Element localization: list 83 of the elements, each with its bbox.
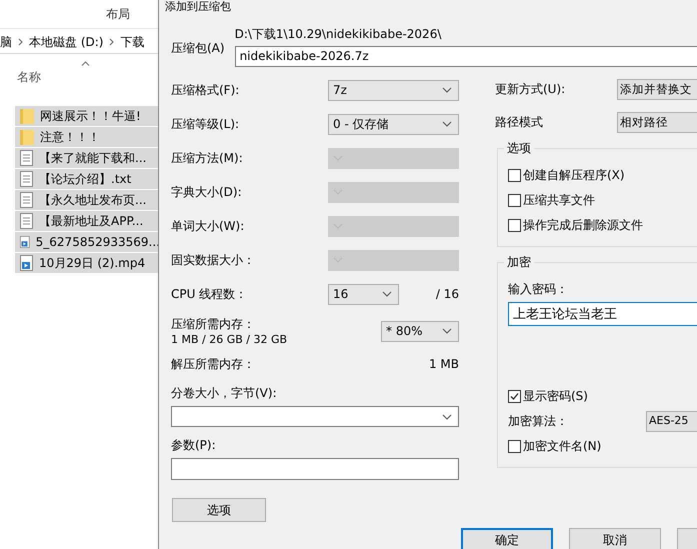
dropdown[interactable]: AES-25: [646, 411, 697, 432]
file-row[interactable]: 10月29日 (2).mp4: [15, 253, 160, 274]
chevron-down-icon: [442, 87, 452, 93]
field-label: 路径模式: [495, 114, 544, 131]
group-title: 选项: [504, 140, 534, 157]
sort-caret-icon: [81, 61, 90, 66]
file-name: 【论坛介绍】.txt: [39, 170, 132, 188]
checkbox[interactable]: [508, 194, 521, 207]
dropdown[interactable]: 16: [328, 284, 399, 304]
checkbox[interactable]: [508, 440, 521, 453]
window-title: 添加到压缩包: [165, 0, 232, 14]
field-label: 参数(P):: [171, 437, 217, 454]
file-name: 网速展示！！牛逼!: [40, 108, 141, 124]
field-label: 压缩包(A): [171, 40, 225, 57]
dropdown[interactable]: 添加并替换文: [617, 79, 697, 100]
checkbox[interactable]: [508, 219, 521, 232]
column-header[interactable]: 名称: [17, 69, 41, 86]
field-label: 单词大小(W):: [171, 218, 246, 234]
dialog-button[interactable]: 确定: [461, 528, 553, 549]
chevron-right-icon: [18, 38, 23, 46]
checkbox-label: 显示密码(S): [523, 388, 588, 405]
file-row[interactable]: 【最新地址及APP...: [15, 211, 160, 232]
file-row[interactable]: 5_6275852933569...: [15, 232, 160, 253]
field-label: 输入密码：: [508, 281, 569, 298]
file-row[interactable]: 【永久地址发布页...: [15, 190, 160, 211]
memory-value: 1 MB: [428, 357, 459, 371]
file-name: 注意！！！: [40, 128, 100, 146]
file-row[interactable]: 注意！！！: [15, 127, 160, 148]
document-icon: [20, 150, 33, 166]
file-row[interactable]: 网速展示！！牛逼!: [15, 106, 160, 127]
field-label: 加密算法：: [508, 413, 569, 430]
folder-icon: [20, 108, 34, 124]
document-icon: [20, 171, 33, 187]
field-label: 分卷大小，字节(V):: [171, 385, 278, 402]
input-field[interactable]: [171, 458, 459, 480]
field-label: 解压所需内存：: [171, 356, 255, 372]
thread-total: / 16: [436, 287, 459, 301]
field-label: 压缩方法(M):: [171, 150, 244, 166]
media-file-icon: [20, 255, 33, 271]
checkbox-label: 操作完成后删除源文件: [523, 217, 643, 234]
file-name: 【最新地址及APP...: [39, 212, 144, 230]
breadcrumb-item[interactable]: 本地磁盘 (D:): [29, 34, 104, 50]
field-label: 压缩所需内存：: [171, 316, 256, 333]
chevron-down-icon: [382, 291, 392, 297]
dropdown[interactable]: * 80%: [381, 320, 459, 342]
ribbon-tab[interactable]: 布局: [106, 6, 130, 22]
field-label: 固实数据大小：: [171, 252, 256, 268]
archive-path: D:\下载1\10.29\nidekikibabe-2026\: [234, 26, 442, 43]
archive-name-field[interactable]: nidekikibabe-2026.7z: [234, 46, 697, 67]
password-field[interactable]: 上老王论坛当老王: [508, 302, 697, 326]
checkbox-label: 创建自解压程序(X): [523, 167, 625, 184]
file-name: 【永久地址发布页...: [39, 192, 146, 208]
breadcrumb-item[interactable]: 脑: [0, 34, 12, 50]
dropdown[interactable]: 相对路径: [617, 112, 697, 133]
field-label: 压缩格式(F):: [171, 82, 240, 98]
checkbox[interactable]: [508, 169, 521, 182]
document-icon: [20, 213, 33, 229]
checkbox[interactable]: [508, 390, 521, 403]
media-file-icon: [20, 234, 30, 250]
chevron-down-icon: [442, 414, 452, 420]
options-button[interactable]: 选项: [172, 498, 266, 522]
file-row[interactable]: 【来了就能下载和...: [15, 148, 160, 169]
chevron-right-icon: [109, 38, 114, 46]
file-name: 10月29日 (2).mp4: [39, 254, 146, 272]
memory-usage: 1 MB / 26 GB / 32 GB: [171, 333, 288, 346]
field-label: 压缩等级(L):: [171, 116, 240, 132]
chevron-down-icon: [442, 121, 452, 127]
file-name: 5_6275852933569...: [36, 235, 160, 249]
field-label: 字典大小(D):: [171, 184, 243, 200]
document-icon: [20, 192, 33, 208]
dropdown[interactable]: 7z: [328, 80, 459, 100]
chevron-down-icon: [442, 328, 452, 334]
field-label: CPU 线程数：: [171, 286, 248, 302]
file-row[interactable]: 【论坛介绍】.txt: [15, 169, 160, 190]
breadcrumb-item[interactable]: 下载: [120, 34, 144, 50]
folder-icon: [20, 129, 34, 145]
field-label: 更新方式(U):: [495, 81, 566, 98]
dialog-button[interactable]: 取消: [569, 528, 661, 549]
checkbox-label: 加密文件名(N): [523, 438, 602, 455]
checkbox-label: 压缩共享文件: [523, 192, 595, 209]
dropdown[interactable]: 0 - 仅存储: [328, 114, 459, 134]
file-name: 【来了就能下载和...: [39, 150, 146, 166]
dropdown[interactable]: [171, 406, 459, 427]
